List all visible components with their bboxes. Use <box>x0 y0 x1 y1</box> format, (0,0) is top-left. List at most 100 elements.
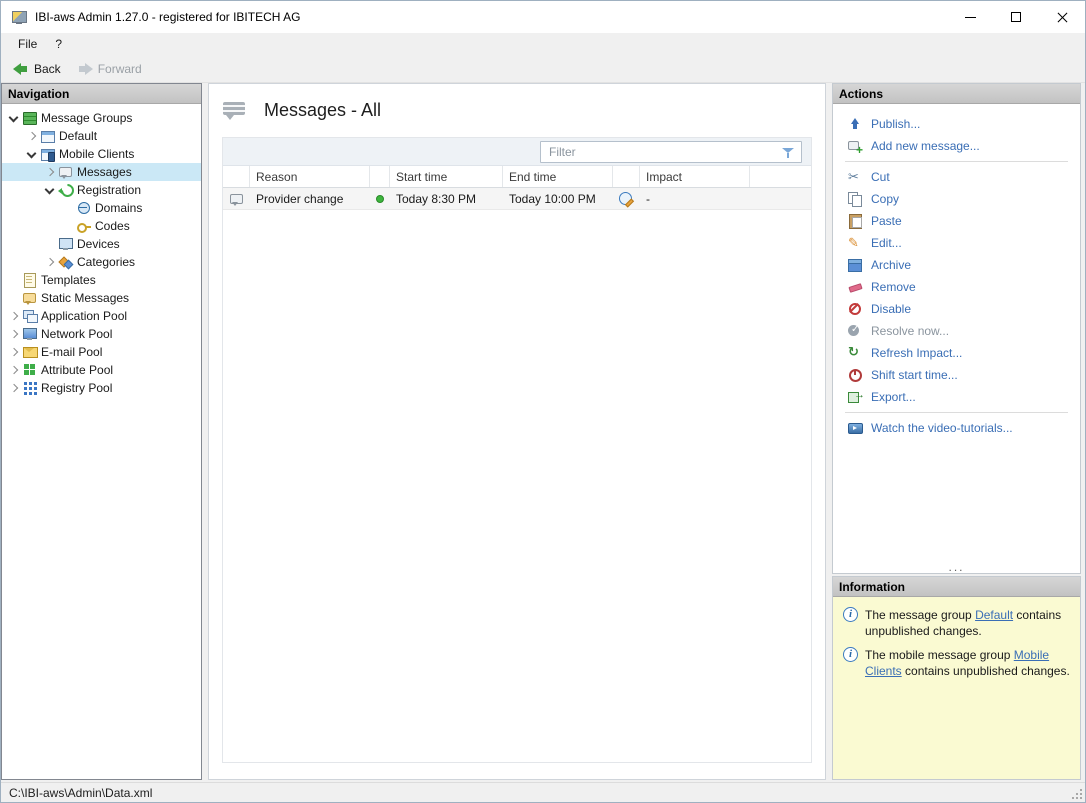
column-header-reason[interactable]: Reason <box>250 166 370 187</box>
tree-item-templates[interactable]: Templates <box>2 271 201 289</box>
chevron-down-icon[interactable] <box>24 146 40 162</box>
chevron-right-icon[interactable] <box>6 308 22 324</box>
action-archive[interactable]: Archive <box>833 254 1080 276</box>
tree-item-registration[interactable]: Registration <box>2 181 201 199</box>
maximize-button[interactable] <box>993 1 1039 33</box>
tree-item-codes[interactable]: Codes <box>2 217 201 235</box>
registry-pool-icon <box>22 380 38 396</box>
refresh-impact-icon <box>847 345 863 361</box>
codes-icon <box>76 218 92 234</box>
tree-item-messages[interactable]: Messages <box>2 163 201 181</box>
column-header-end-time[interactable]: End time <box>503 166 613 187</box>
action-paste[interactable]: Paste <box>833 210 1080 232</box>
tree-item-message-groups[interactable]: Message Groups <box>2 109 201 127</box>
separator <box>845 161 1068 162</box>
minimize-button[interactable] <box>947 1 993 33</box>
chevron-right-icon[interactable] <box>6 380 22 396</box>
chevron-down-icon[interactable] <box>42 182 58 198</box>
column-header-impact[interactable]: Impact <box>640 166 750 187</box>
tree-item-devices[interactable]: Devices <box>2 235 201 253</box>
chevron-right-icon[interactable] <box>6 362 22 378</box>
tree-item-default[interactable]: Default <box>2 127 201 145</box>
filter-funnel-icon[interactable] <box>782 147 795 159</box>
tree-item-e-mail-pool[interactable]: E-mail Pool <box>2 343 201 361</box>
actions-list: Publish...Add new message... Cut Copy Paste… <box>833 104 1080 439</box>
email-pool-icon <box>22 344 38 360</box>
info-item: The message group Default contains unpub… <box>843 607 1072 639</box>
info-icon <box>843 607 858 622</box>
forward-button[interactable]: Forward <box>69 57 150 81</box>
chevron-spacer <box>6 272 22 288</box>
tree-item-network-pool[interactable]: Network Pool <box>2 325 201 343</box>
action-add-new-message[interactable]: Add new message... <box>833 135 1080 157</box>
back-button[interactable]: Back <box>5 57 69 81</box>
resize-grip-icon[interactable] <box>1070 787 1082 799</box>
add-message-icon <box>847 138 863 154</box>
navigation-panel-header: Navigation <box>2 84 201 104</box>
chevron-spacer <box>6 290 22 306</box>
filter-input[interactable] <box>540 141 802 163</box>
action-refresh-impact[interactable]: Refresh Impact... <box>833 342 1080 364</box>
table-header: Reason Start timeEnd time Impact <box>223 166 811 188</box>
tree-item-domains[interactable]: Domains <box>2 199 201 217</box>
disable-icon <box>847 301 863 317</box>
column-header-status[interactable] <box>370 166 390 187</box>
chevron-right-icon[interactable] <box>6 344 22 360</box>
actions-panel-header: Actions <box>833 84 1080 104</box>
column-header-start-time[interactable]: Start time <box>390 166 503 187</box>
info-icon <box>843 647 858 662</box>
action-edit[interactable]: Edit... <box>833 232 1080 254</box>
action-shift-start-time[interactable]: Shift start time... <box>833 364 1080 386</box>
navigation-panel: Navigation Message GroupsDefaultMobile C… <box>1 83 202 780</box>
close-icon <box>1056 11 1069 24</box>
chevron-right-icon[interactable] <box>42 164 58 180</box>
info-text-prefix: The mobile message group <box>865 648 1014 662</box>
network-pool-icon <box>22 326 38 342</box>
publish-icon <box>847 116 863 132</box>
action-label: Archive <box>871 258 911 272</box>
action-disable[interactable]: Disable <box>833 298 1080 320</box>
action-label: Copy <box>871 192 899 206</box>
actions-panel: Actions Publish...Add new message... Cut C… <box>832 83 1081 574</box>
action-copy[interactable]: Copy <box>833 188 1080 210</box>
menu-file[interactable]: File <box>9 33 46 55</box>
action-label: Resolve now... <box>871 324 949 338</box>
video-tutorials-icon <box>847 420 863 436</box>
action-resolve-now[interactable]: Resolve now... <box>833 320 1080 342</box>
info-link-default[interactable]: Default <box>975 608 1013 622</box>
tree-item-label: Static Messages <box>41 291 129 305</box>
tree-item-attribute-pool[interactable]: Attribute Pool <box>2 361 201 379</box>
navigation-tree: Message GroupsDefaultMobile ClientsMessa… <box>2 104 201 397</box>
menu-help[interactable]: ? <box>46 33 71 55</box>
window-controls <box>947 1 1085 33</box>
archive-icon <box>847 257 863 273</box>
chevron-right-icon[interactable] <box>42 254 58 270</box>
action-publish[interactable]: Publish... <box>833 113 1080 135</box>
templates-icon <box>22 272 38 288</box>
action-remove[interactable]: Remove <box>833 276 1080 298</box>
tree-item-static-messages[interactable]: Static Messages <box>2 289 201 307</box>
status-cell <box>370 188 390 209</box>
shift-start-time-icon <box>847 367 863 383</box>
menubar: File ? <box>1 33 1085 55</box>
chevron-right-icon[interactable] <box>24 128 40 144</box>
column-header-row-icon[interactable] <box>223 166 250 187</box>
chevron-down-icon[interactable] <box>6 110 22 126</box>
tree-item-application-pool[interactable]: Application Pool <box>2 307 201 325</box>
close-button[interactable] <box>1039 1 1085 33</box>
action-export[interactable]: Export... <box>833 386 1080 408</box>
column-header-impact-icon[interactable] <box>613 166 640 187</box>
tree-item-label: Templates <box>41 273 96 287</box>
panel-splitter-grip[interactable]: ... <box>833 561 1080 573</box>
tree-item-registry-pool[interactable]: Registry Pool <box>2 379 201 397</box>
action-cut[interactable]: Cut <box>833 166 1080 188</box>
impact-cell: - <box>640 188 750 209</box>
table-row[interactable]: Provider changeToday 8:30 PMToday 10:00 … <box>223 188 811 210</box>
chevron-right-icon[interactable] <box>6 326 22 342</box>
copy-icon <box>847 191 863 207</box>
tree-item-mobile-clients[interactable]: Mobile Clients <box>2 145 201 163</box>
action-label: Disable <box>871 302 911 316</box>
action-watch-the-video-tutorials[interactable]: Watch the video-tutorials... <box>833 417 1080 439</box>
action-label: Watch the video-tutorials... <box>871 421 1013 435</box>
tree-item-categories[interactable]: Categories <box>2 253 201 271</box>
